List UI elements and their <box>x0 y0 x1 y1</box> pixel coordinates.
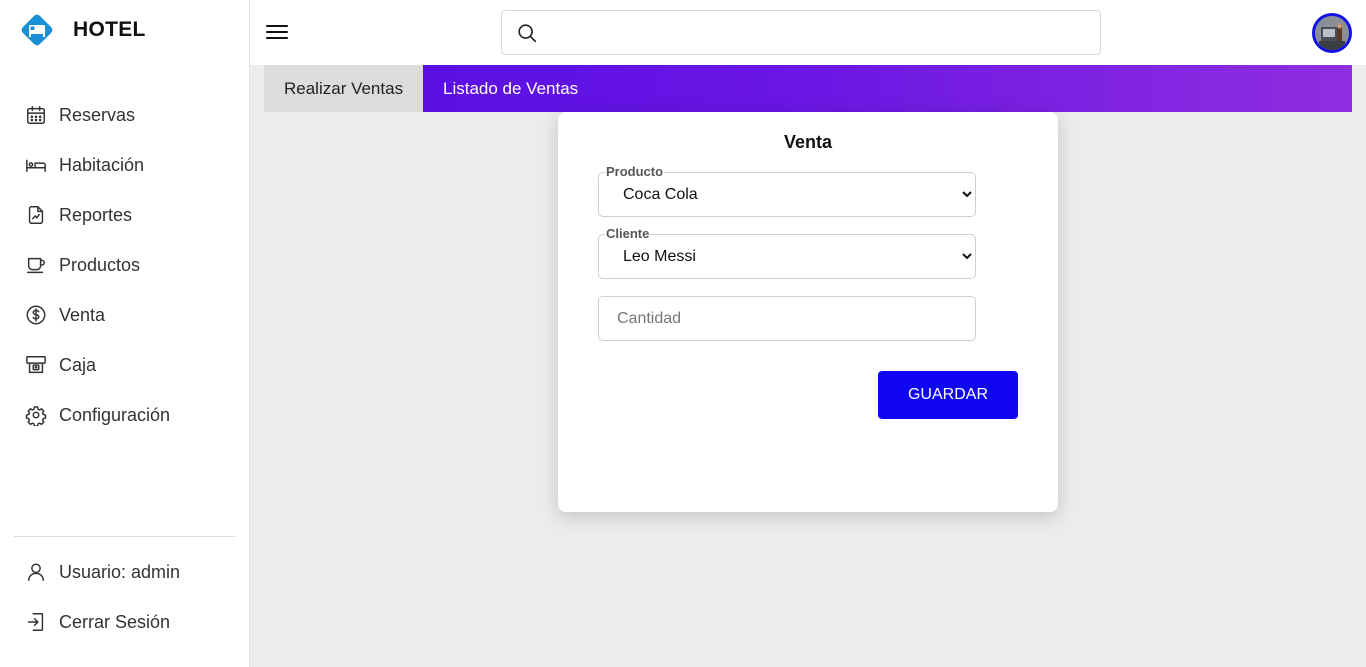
sidebar-item-label: Configuración <box>59 404 171 425</box>
guardar-button[interactable]: GUARDAR <box>878 371 1018 419</box>
sidebar-item-configuracion[interactable]: Configuración <box>0 390 249 440</box>
gear-icon <box>24 403 48 427</box>
sidebar-item-caja[interactable]: Caja <box>0 340 249 390</box>
avatar[interactable] <box>1312 13 1352 53</box>
sidebar-item-label: Cerrar Sesión <box>59 611 171 632</box>
hotel-bed-logo-icon <box>18 11 56 49</box>
search-icon[interactable] <box>516 22 538 44</box>
topbar <box>250 0 1366 65</box>
brand-name: HOTEL <box>73 18 146 41</box>
search-box <box>501 10 1101 55</box>
cup-icon <box>24 253 48 277</box>
cliente-label: Cliente <box>605 226 651 241</box>
dollar-icon <box>24 303 48 327</box>
sidebar-bottom: Usuario: admin Cerrar Sesión <box>0 547 249 647</box>
calendar-icon <box>24 103 48 127</box>
sidebar-item-usuario[interactable]: Usuario: admin <box>0 547 249 597</box>
sidebar-item-label: Productos <box>59 254 141 275</box>
brand[interactable]: HOTEL <box>18 12 146 48</box>
user-icon <box>24 560 48 584</box>
logout-icon <box>24 610 48 634</box>
sidebar-item-label: Reportes <box>59 204 133 225</box>
tab-bar: Realizar Ventas Listado de Ventas <box>264 65 1352 112</box>
producto-field: Coca Cola Producto <box>598 165 976 217</box>
sidebar-item-label: Habitación <box>59 154 145 175</box>
producto-label: Producto <box>605 164 665 179</box>
bed-icon <box>24 153 48 177</box>
sidebar-nav: Reservas Habitación Reportes Productos V… <box>0 90 249 440</box>
hamburger-icon[interactable] <box>265 20 289 44</box>
sidebar-item-label: Caja <box>59 354 97 375</box>
form-title: Venta <box>783 132 833 152</box>
cantidad-field <box>598 296 976 341</box>
sidebar-item-label: Venta <box>59 304 106 325</box>
cliente-field: Leo Messi Cliente <box>598 227 976 279</box>
search-input[interactable] <box>546 11 1100 54</box>
sidebar-item-reservas[interactable]: Reservas <box>0 90 249 140</box>
tab-realizar-ventas[interactable]: Realizar Ventas <box>264 65 423 112</box>
tab-listado-de-ventas[interactable]: Listado de Ventas <box>423 65 1352 112</box>
cliente-select[interactable]: Leo Messi <box>599 235 975 278</box>
report-icon <box>24 203 48 227</box>
cantidad-input[interactable] <box>599 297 975 340</box>
sidebar-item-habitacion[interactable]: Habitación <box>0 140 249 190</box>
sidebar-divider <box>14 536 235 537</box>
sidebar-item-reportes[interactable]: Reportes <box>0 190 249 240</box>
sale-form-card: Venta Coca Cola Producto Leo Messi Clien… <box>558 112 1058 512</box>
sidebar-item-venta[interactable]: Venta <box>0 290 249 340</box>
sidebar-item-productos[interactable]: Productos <box>0 240 249 290</box>
sidebar-item-label: Usuario: admin <box>59 561 181 582</box>
producto-select[interactable]: Coca Cola <box>599 173 975 216</box>
cash-register-icon <box>24 353 48 377</box>
sidebar: HOTEL Reservas Habitación Reportes Produ… <box>0 0 250 667</box>
sidebar-item-label: Reservas <box>59 104 136 125</box>
sidebar-item-cerrar-sesion[interactable]: Cerrar Sesión <box>0 597 249 647</box>
